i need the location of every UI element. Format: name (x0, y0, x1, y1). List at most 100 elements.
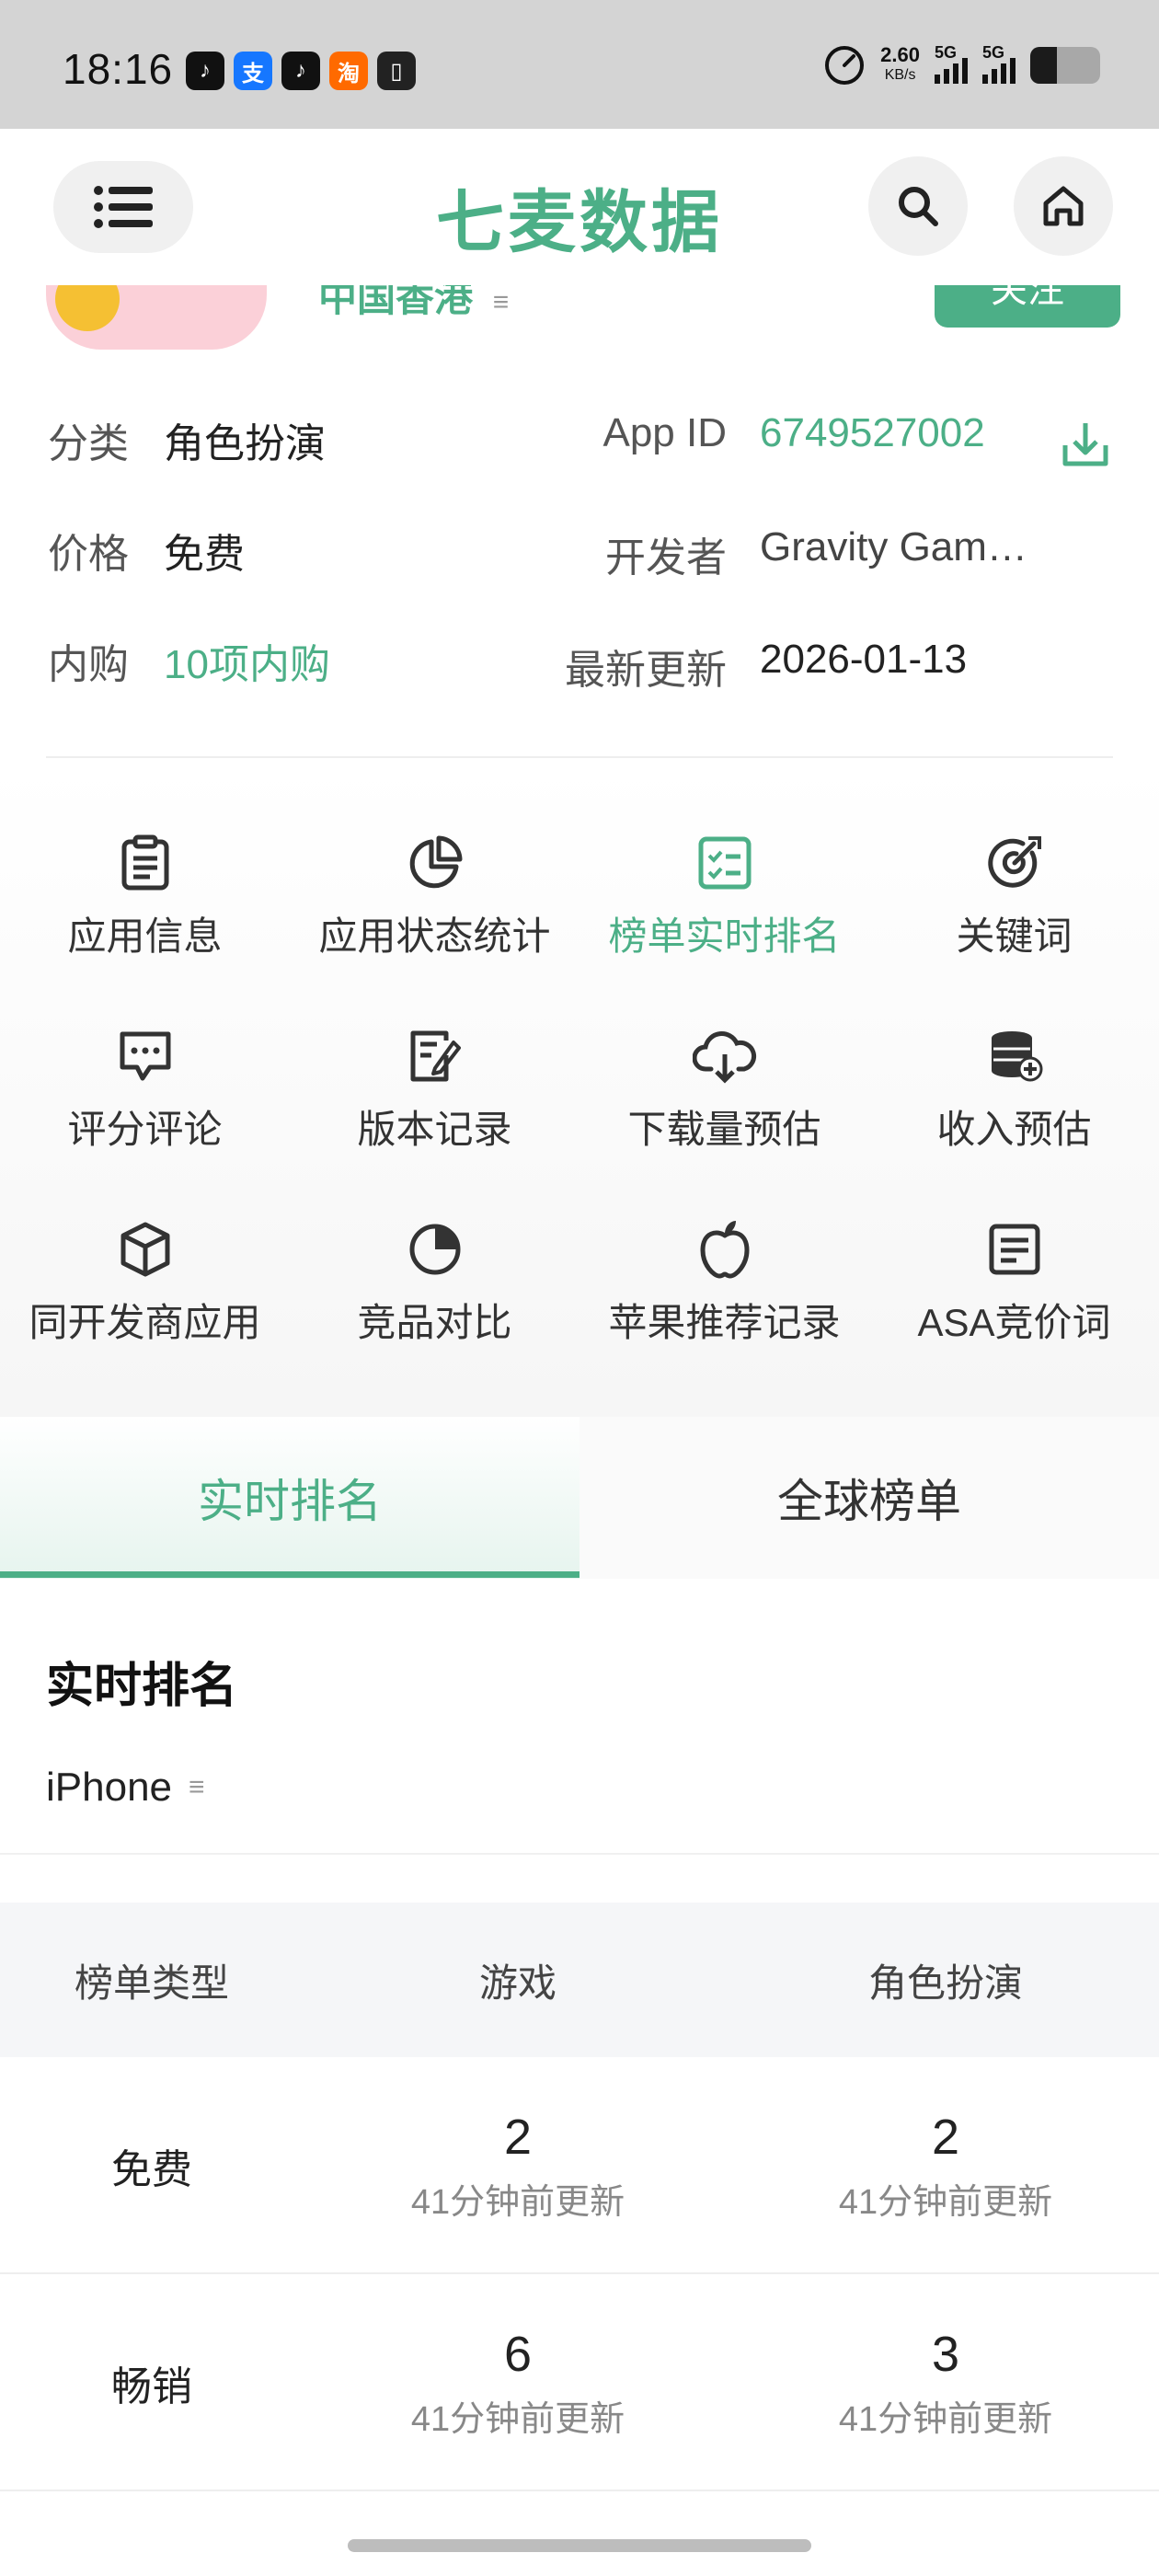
tab-realtime-ranking[interactable]: 实时排名 (0, 1417, 580, 1579)
chart-type-label: 畅销 (111, 2364, 192, 2409)
cube-icon (120, 1222, 169, 1277)
speedometer-icon (825, 46, 865, 85)
table-cell[interactable]: 2 41分钟前更新 (732, 2057, 1159, 2274)
info-row-iap: 内购 10项内购 最新更新 2026-01-13 (0, 631, 1159, 705)
net-speed-value: 2.60 (880, 43, 920, 66)
cloud-download-icon (692, 1031, 756, 1084)
feature-label: 竞品对比 (357, 1301, 512, 1344)
coins-icon (991, 1031, 1042, 1082)
download-icon[interactable] (1060, 418, 1111, 469)
ranking-table-header: 榜单类型 游戏 角色扮演 (0, 1903, 1159, 2057)
table-row: 畅销 6 41分钟前更新 3 41分钟前更新 (0, 2274, 1159, 2491)
home-button[interactable] (1014, 156, 1113, 256)
column-header: 游戏 (478, 1961, 557, 2005)
feature-same-developer[interactable]: 同开发商应用 (0, 1213, 290, 1348)
feature-app-status[interactable]: 应用状态统计 (290, 826, 580, 961)
column-header: 榜单类型 (74, 1961, 229, 2005)
table-cell[interactable]: 3 41分钟前更新 (732, 2274, 1159, 2491)
feature-apple-featured[interactable]: 苹果推荐记录 (580, 1213, 869, 1348)
document-lines-icon (989, 1224, 1039, 1275)
feature-label: 应用状态统计 (318, 914, 551, 958)
update-value: 2026-01-13 (760, 637, 968, 682)
rank-value: 3 (931, 2326, 960, 2382)
feature-keywords[interactable]: 关键词 (869, 826, 1159, 961)
status-time: 18:16 (63, 45, 174, 93)
category-value: 角色扮演 (164, 421, 326, 466)
price-value: 免费 (164, 532, 245, 577)
comment-icon (120, 1031, 170, 1081)
section-title: 实时排名 (46, 1660, 238, 1713)
feature-label: 评分评论 (67, 1108, 223, 1151)
updated-time: 41分钟前更新 (838, 2182, 1053, 2222)
rank-value: 2 (931, 2109, 960, 2165)
clipboard-icon (121, 834, 168, 891)
column-header: 角色扮演 (867, 1961, 1023, 2005)
feature-realtime-ranking[interactable]: 榜单实时排名 (580, 826, 869, 961)
table-row: 免费 2 41分钟前更新 2 41分钟前更新 (0, 2057, 1159, 2274)
feature-label: ASA竞价词 (917, 1301, 1111, 1344)
net-speed: 2.60 KB/s (880, 45, 920, 86)
taobao-icon: 淘 (329, 52, 368, 90)
developer-value[interactable]: Gravity Gam… (760, 524, 1027, 570)
pie-compare-icon (409, 1224, 460, 1275)
updated-time: 41分钟前更新 (838, 2399, 1053, 2439)
developer-label: 开发者 (605, 535, 727, 581)
feature-revenue-estimate[interactable]: 收入预估 (869, 1019, 1159, 1155)
device-selector[interactable]: iPhone ≡ (46, 1765, 205, 1811)
feature-label: 同开发商应用 (29, 1301, 261, 1344)
top-nav-bar: 七麦数据 (0, 129, 1159, 285)
table-cell[interactable]: 6 41分钟前更新 (304, 2274, 732, 2491)
signal-icon: 5G (935, 43, 968, 84)
feature-label: 榜单实时排名 (608, 914, 841, 958)
feature-label: 版本记录 (357, 1108, 512, 1151)
edit-doc-icon (410, 1030, 461, 1082)
feature-ratings-reviews[interactable]: 评分评论 (0, 1019, 290, 1155)
feature-label: 苹果推荐记录 (608, 1301, 841, 1344)
feature-download-estimate[interactable]: 下载量预估 (580, 1019, 869, 1155)
signal-label: 5G (935, 43, 958, 62)
signal-label: 5G (982, 43, 1005, 62)
active-tab-indicator (0, 1571, 580, 1578)
feature-competitor-compare[interactable]: 竞品对比 (290, 1213, 580, 1348)
feature-label: 应用信息 (67, 914, 223, 958)
notes-icon: ▯ (377, 52, 416, 90)
menu-lines-icon: ≡ (492, 287, 510, 317)
divider (0, 1853, 1159, 1855)
tiktok-icon: ♪ (281, 52, 320, 90)
updated-time: 41分钟前更新 (410, 2399, 625, 2439)
signal-icon: 5G (982, 43, 1016, 84)
device-label: iPhone (46, 1765, 173, 1810)
search-button[interactable] (868, 156, 968, 256)
table-cell: 畅销 (0, 2274, 304, 2491)
feature-asa-bid-keywords[interactable]: ASA竞价词 (869, 1213, 1159, 1348)
category-label: 分类 (48, 421, 129, 466)
brand-logo[interactable]: 七麦数据 (0, 167, 1159, 266)
home-indicator[interactable] (348, 2539, 811, 2552)
chart-type-label: 免费 (111, 2147, 192, 2192)
battery-icon (1030, 47, 1100, 84)
search-icon (899, 187, 938, 226)
home-icon (1043, 186, 1084, 226)
appid-value[interactable]: 6749527002 (760, 410, 985, 456)
iap-label: 内购 (48, 642, 129, 687)
rank-value: 6 (503, 2326, 533, 2382)
feature-app-info[interactable]: 应用信息 (0, 826, 290, 961)
ranking-list-icon (698, 836, 751, 890)
pie-chart-icon (409, 835, 462, 889)
menu-lines-icon: ≡ (189, 1772, 205, 1802)
update-label: 最新更新 (565, 648, 727, 693)
tab-global-charts[interactable]: 全球榜单 (580, 1417, 1159, 1579)
apple-icon (700, 1221, 749, 1279)
updated-time: 41分钟前更新 (410, 2182, 625, 2222)
price-label: 价格 (48, 532, 129, 577)
status-app-icons: ♪ 支 ♪ 淘 ▯ (186, 52, 416, 90)
status-indicators: 2.60 KB/s 5G 5G (823, 43, 1100, 86)
feature-label: 收入预估 (936, 1108, 1092, 1151)
table-cell[interactable]: 2 41分钟前更新 (304, 2057, 732, 2274)
alipay-icon: 支 (234, 52, 272, 90)
info-row-category: 分类 角色扮演 App ID 6749527002 (0, 410, 1159, 484)
iap-value[interactable]: 10项内购 (164, 631, 330, 690)
divider (46, 756, 1113, 758)
target-icon (987, 836, 1041, 888)
feature-version-history[interactable]: 版本记录 (290, 1019, 580, 1155)
